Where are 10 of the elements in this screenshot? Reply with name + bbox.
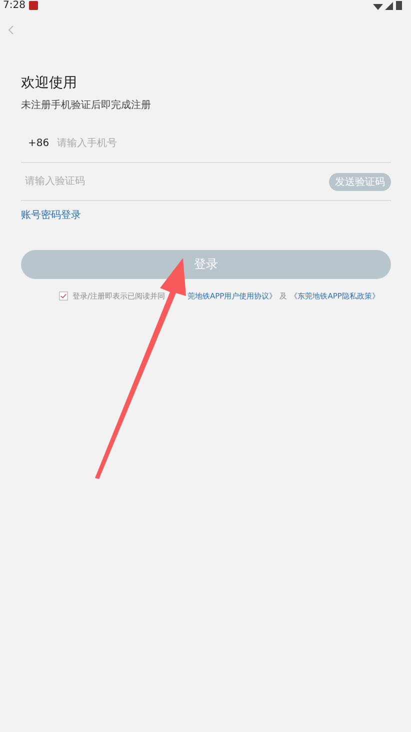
country-code[interactable]: +86 [28, 138, 50, 149]
phone-input[interactable]: 请输入手机号 [57, 138, 391, 149]
status-time: 7:28 [3, 0, 26, 10]
password-login-link[interactable]: 账号密码登录 [21, 208, 391, 222]
notification-icon [29, 0, 38, 10]
signal-icon [373, 0, 403, 10]
page-title: 欢迎使用 [21, 74, 78, 92]
agreement-checkbox[interactable] [59, 292, 68, 300]
page-subtitle: 未注册手机验证后即完成注册 [21, 98, 152, 112]
code-input[interactable]: 请输入验证码 [21, 176, 329, 187]
